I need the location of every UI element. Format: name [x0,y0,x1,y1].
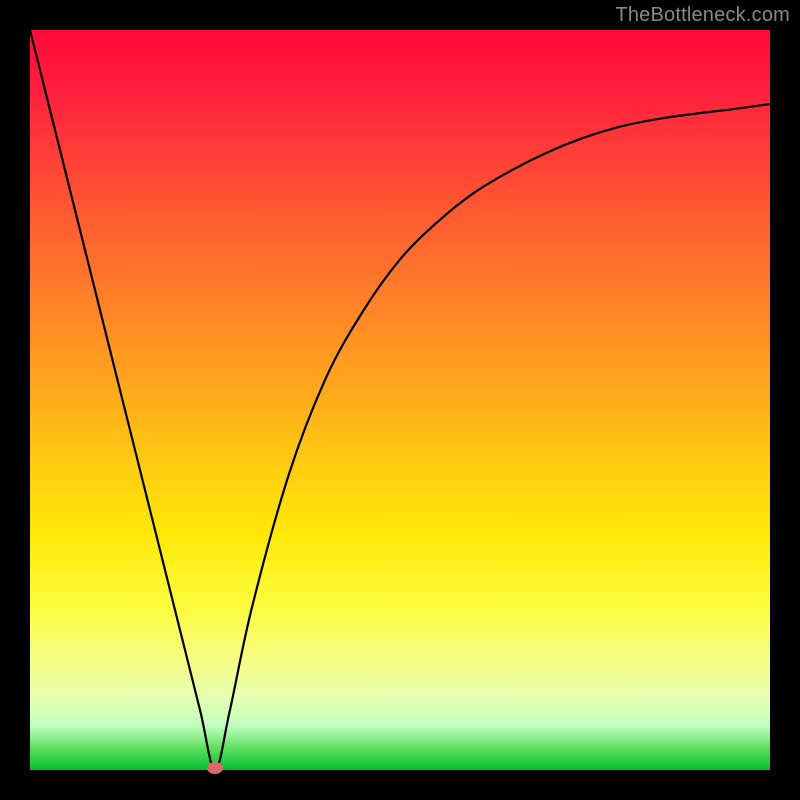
bottleneck-curve [30,30,770,770]
chart-frame: TheBottleneck.com [0,0,800,800]
curve-path [30,30,770,770]
watermark-text: TheBottleneck.com [615,4,790,27]
minimum-marker [207,762,223,774]
plot-area [30,30,770,770]
